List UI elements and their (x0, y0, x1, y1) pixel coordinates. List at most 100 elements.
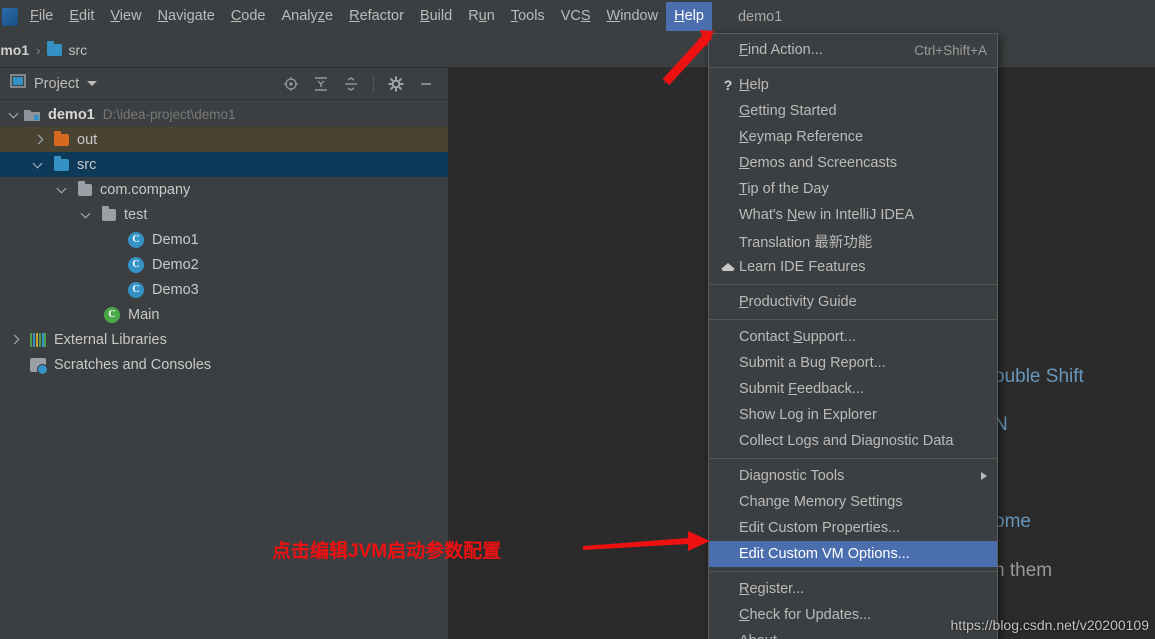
menu-item-edit-custom-vm-options[interactable]: Edit Custom VM Options... (709, 541, 997, 567)
menu-item-label: Translation 最新功能 (739, 234, 873, 251)
tree-node-demo1[interactable]: demo1 D:\idea-project\demo1 (0, 102, 448, 127)
menu-edit[interactable]: Edit (61, 2, 102, 31)
tree-label: com.company (100, 181, 191, 198)
menu-item-contact-support[interactable]: Contact Support... (709, 324, 997, 350)
toolbar-divider (373, 75, 374, 92)
menu-item-translation[interactable]: Translation 最新功能 (709, 228, 997, 254)
intellij-logo-icon (2, 7, 18, 26)
gear-icon[interactable] (388, 76, 404, 92)
menu-item-edit-custom-properties[interactable]: Edit Custom Properties... (709, 515, 997, 541)
menu-item-label: Find Action... (739, 42, 823, 58)
menu-item-label: About (739, 633, 987, 639)
menu-item-whats-new[interactable]: What's New in IntelliJ IDEA (709, 202, 997, 228)
menu-separator (709, 458, 997, 459)
tree-project-path: D:\idea-project\demo1 (102, 107, 236, 122)
tree-node-out[interactable]: out (0, 127, 448, 152)
tree-node-com-company[interactable]: com.company (0, 177, 448, 202)
menu-item-demos-and-screencasts[interactable]: Demos and Screencasts (709, 150, 997, 176)
tree-label: Demo2 (152, 256, 199, 273)
menu-item-label: Change Memory Settings (739, 494, 903, 510)
menu-item-productivity-guide[interactable]: Productivity Guide (709, 289, 997, 315)
project-tree[interactable]: demo1 D:\idea-project\demo1 out src com.… (0, 100, 448, 377)
tree-node-external-libraries[interactable]: External Libraries (0, 327, 448, 352)
menu-tools[interactable]: Tools (503, 2, 553, 31)
project-name-label[interactable]: demo1 (726, 3, 794, 31)
menu-view[interactable]: View (102, 2, 149, 31)
menu-file[interactable]: FFileile (22, 2, 61, 31)
menu-item-label: Getting Started (739, 103, 837, 119)
tree-label: Demo3 (152, 281, 199, 298)
menu-item-label: Edit Custom Properties... (739, 520, 901, 536)
chevron-right-icon[interactable] (32, 133, 46, 147)
menu-run[interactable]: Run (460, 2, 503, 31)
menu-vcs[interactable]: VCS (553, 2, 599, 31)
tree-node-src[interactable]: src (0, 152, 448, 177)
menu-navigate[interactable]: Navigate (150, 2, 223, 31)
menu-item-label: Edit Custom VM Options... (739, 546, 910, 562)
submenu-arrow-icon (981, 472, 987, 480)
menu-item-label: Collect Logs and Diagnostic Data (739, 433, 954, 449)
menu-item-label: Tip of the Day (739, 181, 829, 197)
collapse-all-icon[interactable] (343, 76, 359, 92)
menu-item-tip-of-the-day[interactable]: Tip of the Day (709, 176, 997, 202)
editor-hint-0: ouble Shift (994, 366, 1084, 387)
menu-code[interactable]: Code (223, 2, 274, 31)
tree-node-demo2-class[interactable]: C Demo2 (0, 252, 448, 277)
project-window-icon (10, 73, 26, 94)
chevron-right-icon[interactable] (8, 333, 22, 347)
menu-help[interactable]: Help (666, 2, 712, 31)
tree-node-main-class[interactable]: C Main (0, 302, 448, 327)
package-icon (102, 205, 116, 221)
tree-node-scratches-consoles[interactable]: Scratches and Consoles (0, 352, 448, 377)
chevron-down-icon[interactable] (56, 183, 70, 197)
menu-separator (709, 67, 997, 68)
locate-icon[interactable] (283, 76, 299, 92)
scratches-icon (30, 357, 48, 375)
chevron-down-icon[interactable] (80, 208, 94, 222)
menu-item-diagnostic-tools[interactable]: Diagnostic Tools (709, 463, 997, 489)
annotation-note: 点击编辑JVM启动参数配置 (272, 541, 502, 562)
menu-item-change-memory-settings[interactable]: Change Memory Settings (709, 489, 997, 515)
hide-icon[interactable] (418, 76, 434, 92)
breadcrumb-project[interactable]: demo1 (0, 42, 29, 58)
menu-window[interactable]: Window (599, 2, 667, 31)
editor-hint-2: ome (994, 511, 1031, 532)
module-folder-icon (24, 108, 40, 122)
tree-label: demo1 (48, 106, 95, 123)
menu-analyze[interactable]: Analyze (274, 2, 342, 31)
tree-label: External Libraries (54, 331, 167, 348)
question-icon: ? (723, 77, 733, 93)
help-dropdown-menu[interactable]: Find Action... Ctrl+Shift+A ? Help Getti… (708, 33, 998, 639)
menu-item-label: Keymap Reference (739, 129, 864, 145)
libraries-icon (30, 332, 46, 347)
project-tool-header: Project (0, 68, 448, 100)
tree-node-demo3-class[interactable]: C Demo3 (0, 277, 448, 302)
menu-item-submit-bug-report[interactable]: Submit a Bug Report... (709, 350, 997, 376)
menu-build[interactable]: Build (412, 2, 460, 31)
menu-item-help[interactable]: ? Help (709, 72, 997, 98)
tree-node-test[interactable]: test (0, 202, 448, 227)
folder-icon (54, 155, 69, 171)
menu-item-submit-feedback[interactable]: Submit Feedback... (709, 376, 997, 402)
menu-item-register[interactable]: Register... (709, 576, 997, 602)
tree-node-demo1-class[interactable]: C Demo1 (0, 227, 448, 252)
tree-label: out (77, 131, 98, 148)
menu-item-collect-logs[interactable]: Collect Logs and Diagnostic Data (709, 428, 997, 454)
menu-item-find-action[interactable]: Find Action... Ctrl+Shift+A (709, 37, 997, 63)
breadcrumb-separator: › (36, 42, 41, 58)
menu-item-shortcut: Ctrl+Shift+A (914, 42, 987, 58)
chevron-down-icon[interactable] (87, 81, 98, 86)
editor-hint-3: n them (994, 560, 1053, 581)
chevron-down-icon[interactable] (8, 108, 22, 122)
menu-item-learn-ide-features[interactable]: Learn IDE Features (709, 254, 997, 280)
class-icon: C (128, 256, 144, 273)
expand-all-icon[interactable] (313, 76, 329, 92)
menu-item-getting-started[interactable]: Getting Started (709, 98, 997, 124)
menu-refactor[interactable]: Refactor (341, 2, 412, 31)
chevron-down-icon[interactable] (32, 158, 46, 172)
breadcrumb-folder[interactable]: src (68, 42, 87, 58)
menu-item-keymap-reference[interactable]: Keymap Reference (709, 124, 997, 150)
menu-item-show-log-in-explorer[interactable]: Show Log in Explorer (709, 402, 997, 428)
class-icon: C (128, 231, 144, 248)
menu-item-label: What's New in IntelliJ IDEA (739, 207, 915, 223)
